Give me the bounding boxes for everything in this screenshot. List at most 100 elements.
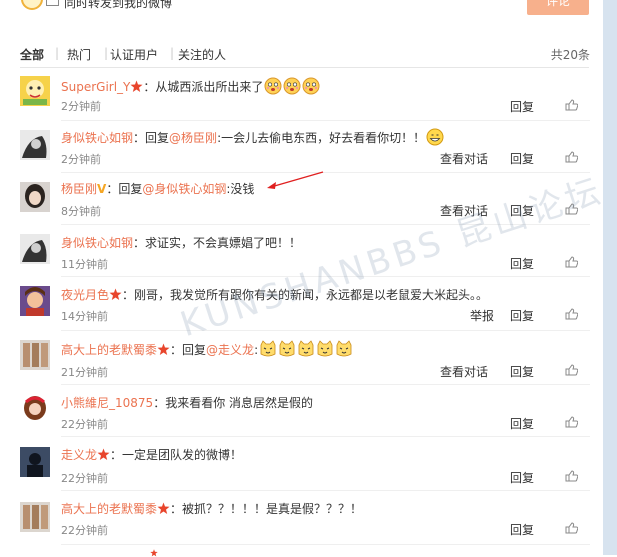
comment-author[interactable]: 高大上的老默蜀黍 [61,343,157,357]
reply-button[interactable]: 回复 [510,307,534,324]
avatar[interactable] [20,182,50,212]
filter-divider: | [55,46,60,60]
row-divider [61,172,590,173]
like-icon[interactable] [565,99,578,111]
comment-filters: 全部 | 热门 | 认证用户 | 关注的人 共20条 [20,46,590,66]
row-divider [61,490,590,491]
colon: ： [122,288,135,302]
colon: ： [133,236,146,250]
avatar[interactable] [20,394,50,424]
comment-time: 22分钟前 [61,418,108,431]
comment-item: 小熊維尼_10875：我来看看你 消息居然是假的 22分钟前 回复 [20,382,590,434]
filter-hot[interactable]: 热门 [67,46,91,63]
comment-author[interactable]: 身似铁心如钢 [61,236,133,250]
like-icon[interactable] [565,256,578,268]
comment-item: 走义龙 ：一定是团队发的微博！ 22分钟前 回复 [20,434,590,488]
like-icon[interactable] [565,416,578,428]
comment-author[interactable]: 走义龙 [61,448,97,462]
member-badge-icon[interactable] [97,448,110,461]
comment-text: 我来看看你 消息居然是假的 [165,396,314,410]
comment-item: 高大上的老默蜀黍 ：被抓？？！！！是真是假？？？！ 22分钟前 回复 [20,488,590,544]
member-badge-icon[interactable] [109,288,122,301]
reply-prefix: 回复 [118,182,143,196]
like-icon[interactable] [565,203,578,215]
verified-badge-icon[interactable]: V [97,182,106,196]
comment-total: 共20条 [550,48,590,62]
row-divider [61,384,590,385]
row-divider [61,330,590,331]
comment-author[interactable]: 夜光月色 [61,288,109,302]
comment-text: 一定是团队发的微博！ [122,448,243,462]
like-icon[interactable] [565,151,578,163]
emoji-cat-icon [278,340,296,358]
comment-text: :没钱 [226,182,255,196]
comment-author[interactable]: SuperGirl_Y [61,80,130,94]
comment-time: 22分钟前 [61,524,108,537]
reply-prefix: 回复 [145,131,170,145]
avatar[interactable] [20,447,50,477]
row-divider [61,224,590,225]
comment-author[interactable]: 高大上的老默蜀黍 [61,502,157,516]
view-conversation-button[interactable]: 查看对话 [440,202,488,219]
row-divider [61,544,590,545]
comment-text: 求证实，不会真嫖娼了吧！！ [145,236,302,250]
colon: ： [170,343,183,357]
row-divider [61,436,590,437]
emoji-cat-icon [335,340,353,358]
avatar[interactable] [20,502,50,532]
mention-link[interactable]: @杨臣刚 [169,131,217,145]
colon: ： [143,80,156,94]
filter-following[interactable]: 关注的人 [178,46,226,63]
filter-all[interactable]: 全部 [20,46,44,63]
reply-prefix: 回复 [182,343,207,357]
avatar[interactable] [20,130,50,160]
comment-item: SuperGirl_Y ：从城西派出所出来了 2分钟前 回复 [20,68,590,118]
like-icon[interactable] [565,308,578,320]
comment-time: 2分钟前 [61,153,101,166]
share-label: 同时转发到我的微博 [64,0,173,10]
like-icon[interactable] [565,470,578,482]
emoji-face-icon [283,77,301,95]
row-divider [61,120,590,121]
reply-button[interactable]: 回复 [510,150,534,167]
emoji-grin-icon [426,128,444,146]
reply-button[interactable]: 回复 [510,521,534,538]
comment-author[interactable]: 小熊維尼_10875 [61,396,153,410]
submit-comment-button[interactable]: 评论 [527,0,589,15]
view-conversation-button[interactable]: 查看对话 [440,363,488,380]
reply-button[interactable]: 回复 [510,415,534,432]
mention-link[interactable]: @身似铁心如钢 [142,182,226,196]
member-badge-icon[interactable] [157,502,170,515]
colon: ： [106,182,119,196]
share-checkbox[interactable] [46,0,59,6]
emoji-picker-icon[interactable] [21,0,43,10]
filter-divider: | [170,46,175,60]
like-icon[interactable] [565,522,578,534]
reply-button[interactable]: 回复 [510,255,534,272]
avatar[interactable] [20,340,50,370]
like-icon[interactable] [565,364,578,376]
member-badge-icon[interactable] [157,343,170,356]
comment-time: 14分钟前 [61,310,108,323]
report-button[interactable]: 举报 [470,307,494,324]
comment-author[interactable]: 杨臣刚 [61,182,97,196]
member-badge-icon[interactable] [130,80,143,93]
comment-author[interactable]: 身似铁心如钢 [61,131,133,145]
filter-verified[interactable]: 认证用户 [110,46,158,63]
reply-button[interactable]: 回复 [510,202,534,219]
avatar[interactable] [20,76,50,106]
annotation-arrow-icon [267,171,324,189]
reply-button[interactable]: 回复 [510,363,534,380]
filter-divider: | [104,46,109,60]
view-conversation-button[interactable]: 查看对话 [440,150,488,167]
comment-time: 8分钟前 [61,205,101,218]
avatar[interactable] [20,286,50,316]
comment-text: : [254,343,259,357]
emoji-cat-icon [259,340,277,358]
reply-button[interactable]: 回复 [510,469,534,486]
mention-link[interactable]: @走义龙 [206,343,254,357]
reply-button[interactable]: 回复 [510,98,534,115]
avatar[interactable] [20,234,50,264]
colon: ： [170,502,183,516]
comment-item: 身似铁心如钢：回复@杨臣刚:一会儿去偷电东西，好去看看你切！！ 2分钟前 查看对… [20,118,590,170]
